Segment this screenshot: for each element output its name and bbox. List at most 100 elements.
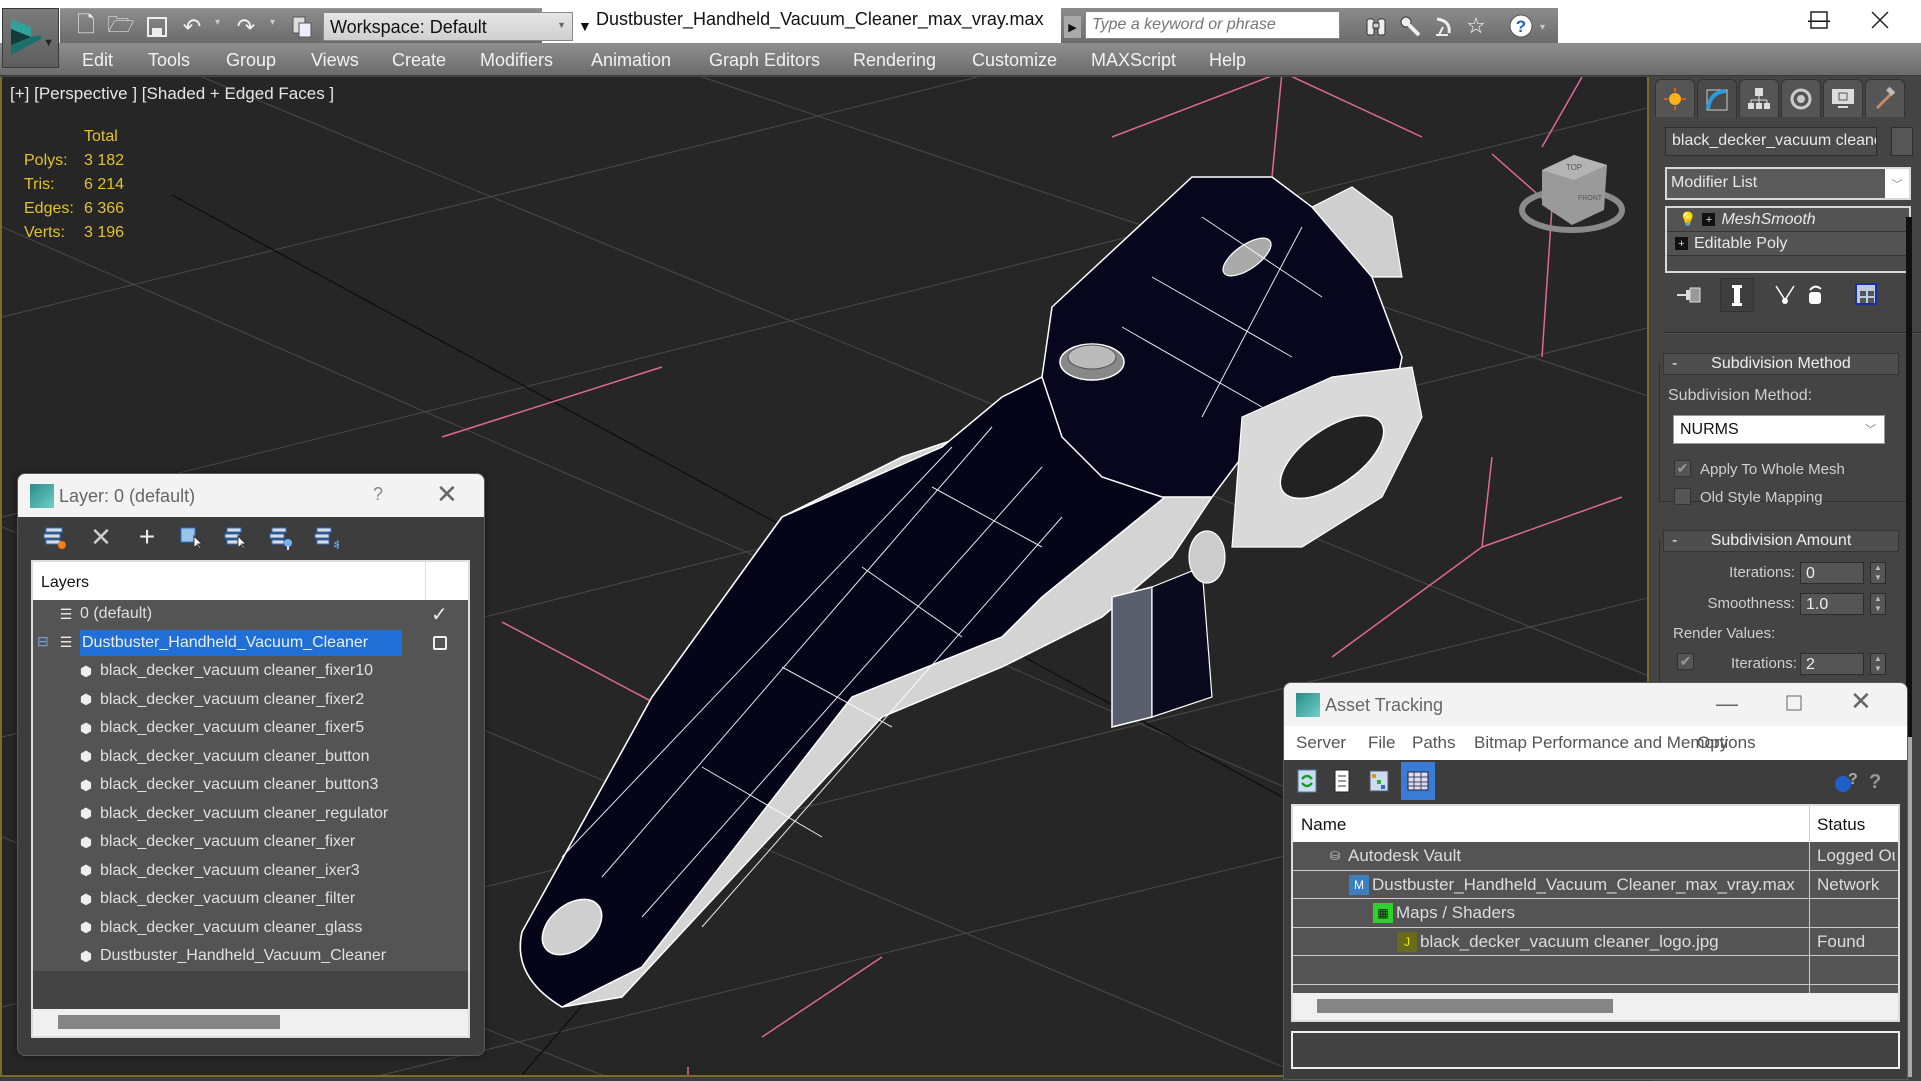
application-menu-button[interactable]: ▼ [2, 8, 59, 68]
collapse-icon[interactable]: ⊟ [37, 633, 49, 650]
apply-whole-mesh-checkbox[interactable]: ✔ [1674, 460, 1691, 477]
new-file-icon[interactable]: 🗋 [72, 12, 100, 40]
menu-animation[interactable]: Animation [591, 50, 671, 71]
layer-object-row[interactable]: ⬢ Dustbuster_Handheld_Vacuum_Cleaner [33, 942, 468, 971]
project-folder-icon[interactable] [288, 14, 316, 40]
save-icon[interactable] [143, 14, 171, 40]
expand-icon[interactable]: + [1675, 237, 1688, 250]
show-end-result-icon[interactable] [1720, 278, 1754, 312]
remove-modifier-icon[interactable] [1799, 279, 1831, 311]
layer-object-row[interactable]: ⬢ black_decker_vacuum cleaner_fixer [33, 828, 468, 857]
layer-row[interactable]: ⊟ ☰ Dustbuster_Handheld_Vacuum_Cleaner [33, 628, 468, 657]
asset-row[interactable]: Jblack_decker_vacuum cleaner_logo.jpg Fou… [1293, 927, 1898, 956]
viewcube[interactable]: TOP FRONT [1512, 125, 1632, 235]
table-view-icon[interactable] [1401, 762, 1435, 800]
menu-maxscript[interactable]: MAXScript [1091, 50, 1176, 71]
menu-paths[interactable]: Paths [1412, 733, 1455, 753]
pin-stack-icon[interactable] [1673, 279, 1705, 311]
layer-object-row[interactable]: ⬢ black_decker_vacuum cleaner_fixer5 [33, 714, 468, 743]
make-unique-icon[interactable] [1769, 279, 1801, 311]
layer-object-row[interactable]: ⬢ black_decker_vacuum cleaner_ixer3 [33, 856, 468, 885]
maximize-button[interactable] [1799, 4, 1839, 36]
horizontal-scrollbar[interactable] [33, 1009, 468, 1036]
close-button[interactable]: ✕ [436, 479, 458, 510]
close-button[interactable]: ✕ [1850, 686, 1872, 717]
utilities-tab[interactable] [1865, 79, 1905, 117]
set-active-layer-toggle[interactable] [433, 635, 447, 650]
menu-modifiers[interactable]: Modifiers [480, 50, 553, 71]
undo-dropdown-icon[interactable]: ▾ [215, 17, 220, 28]
layer-column-header[interactable]: Layers [33, 562, 468, 600]
menu-tools[interactable]: Tools [148, 50, 190, 71]
render-iterations-checkbox[interactable]: ✔ [1677, 653, 1694, 670]
menu-graph-editors[interactable]: Graph Editors [709, 50, 820, 71]
subdivision-method-dropdown[interactable]: NURMS ﹀ [1673, 415, 1885, 444]
hierarchy-tab[interactable] [1739, 79, 1779, 117]
close-button[interactable] [1860, 4, 1900, 36]
menu-rendering[interactable]: Rendering [853, 50, 936, 71]
asset-row[interactable] [1293, 956, 1898, 985]
freeze-layer-icon[interactable]: ❄ [311, 523, 341, 551]
subdivision-amount-header[interactable]: - Subdivision Amount [1663, 530, 1899, 552]
object-color-swatch[interactable] [1891, 127, 1913, 156]
search-input[interactable] [1085, 11, 1340, 39]
layer-object-row[interactable]: ⬢ black_decker_vacuum cleaner_button3 [33, 771, 468, 800]
undo-icon[interactable]: ↶ [178, 14, 206, 40]
open-folder-icon[interactable]: 🗁 [107, 12, 135, 40]
spinner-arrows-icon[interactable]: ▲ ▼ [1870, 593, 1886, 615]
modify-tab[interactable] [1697, 79, 1737, 119]
online-help-icon[interactable]: ? [1832, 766, 1858, 796]
layer-object-row[interactable]: ⬢ black_decker_vacuum cleaner_button [33, 742, 468, 771]
redo-dropdown-icon[interactable]: ▾ [270, 17, 275, 28]
iterations-spinner[interactable]: 0 [1800, 562, 1864, 584]
delete-layer-icon[interactable]: ✕ [86, 522, 116, 552]
refresh-icon[interactable] [1294, 766, 1320, 796]
help-icon[interactable]: ? [1507, 12, 1535, 40]
menu-create[interactable]: Create [392, 50, 446, 71]
select-layer-icon[interactable] [221, 523, 251, 551]
create-layer-icon[interactable] [40, 523, 70, 551]
menu-customize[interactable]: Customize [972, 50, 1057, 71]
toolbar-overflow-icon[interactable]: ▼ [578, 18, 592, 34]
object-name-field[interactable]: black_decker_vacuum cleaner_fixer10 [1665, 127, 1877, 156]
scrollbar-thumb[interactable] [1317, 999, 1613, 1013]
display-tab[interactable] [1823, 79, 1863, 117]
create-tab[interactable] [1655, 79, 1695, 117]
context-help-icon[interactable]: ? [1864, 766, 1890, 796]
viewport-label[interactable]: [+] [Perspective ] [Shaded + Edged Faces… [10, 84, 334, 104]
smoothness-spinner[interactable]: 1.0 [1800, 593, 1864, 615]
configure-modifier-sets-icon[interactable] [1851, 279, 1883, 311]
star-icon[interactable]: ☆ [1462, 12, 1490, 40]
menu-bitmap-performance[interactable]: Bitmap Performance and Memory [1474, 733, 1728, 753]
command-panel-scrollbar[interactable] [1906, 217, 1912, 737]
menu-edit[interactable]: Edit [82, 50, 113, 71]
minimize-button[interactable]: — [1716, 691, 1738, 717]
stack-item-meshsmooth[interactable]: 💡 + MeshSmooth [1667, 208, 1909, 232]
subdivision-method-header[interactable]: - Subdivision Method [1663, 353, 1899, 375]
old-style-mapping-checkbox[interactable] [1674, 488, 1691, 505]
layer-object-row[interactable]: ⬢ black_decker_vacuum cleaner_fixer2 [33, 685, 468, 714]
help-button[interactable]: ? [373, 484, 383, 505]
maximize-button[interactable] [1786, 689, 1802, 717]
spinner-arrows-icon[interactable]: ▲ ▼ [1870, 653, 1886, 675]
stack-item-editable-poly[interactable]: + Editable Poly [1667, 232, 1909, 256]
list-view-icon[interactable] [1329, 766, 1355, 796]
help-dropdown-icon[interactable]: ▾ [1540, 22, 1545, 33]
lightbulb-icon[interactable]: 💡 [1679, 211, 1696, 228]
minimize-button-2[interactable] [1382, 4, 1432, 34]
asset-path-field[interactable] [1291, 1031, 1900, 1069]
satellite-icon[interactable] [1430, 12, 1458, 40]
menu-file[interactable]: File [1368, 733, 1395, 753]
asset-row[interactable]: M Dustbuster_Handheld_Vacuum_Cleaner_max_… [1293, 870, 1898, 899]
column-header-status[interactable]: Status [1817, 815, 1865, 835]
render-iterations-spinner[interactable]: 2 [1800, 653, 1864, 675]
layer-dialog-titlebar[interactable]: Layer: 0 (default) ? ✕ [18, 474, 484, 517]
highlight-layer-icon[interactable] [266, 523, 296, 551]
layer-row[interactable]: ☰ 0 (default) ✓ [33, 600, 468, 629]
workspace-dropdown[interactable]: Workspace: Default ▼ [323, 12, 573, 41]
horizontal-scrollbar[interactable] [1293, 993, 1898, 1020]
asset-row[interactable]: ⛁ Autodesk Vault Logged Out [1293, 842, 1898, 871]
layer-object-row[interactable]: ⬢ black_decker_vacuum cleaner_filter [33, 885, 468, 914]
search-expand-icon[interactable]: ▶ [1064, 16, 1081, 38]
column-header-name[interactable]: Name [1301, 815, 1346, 835]
